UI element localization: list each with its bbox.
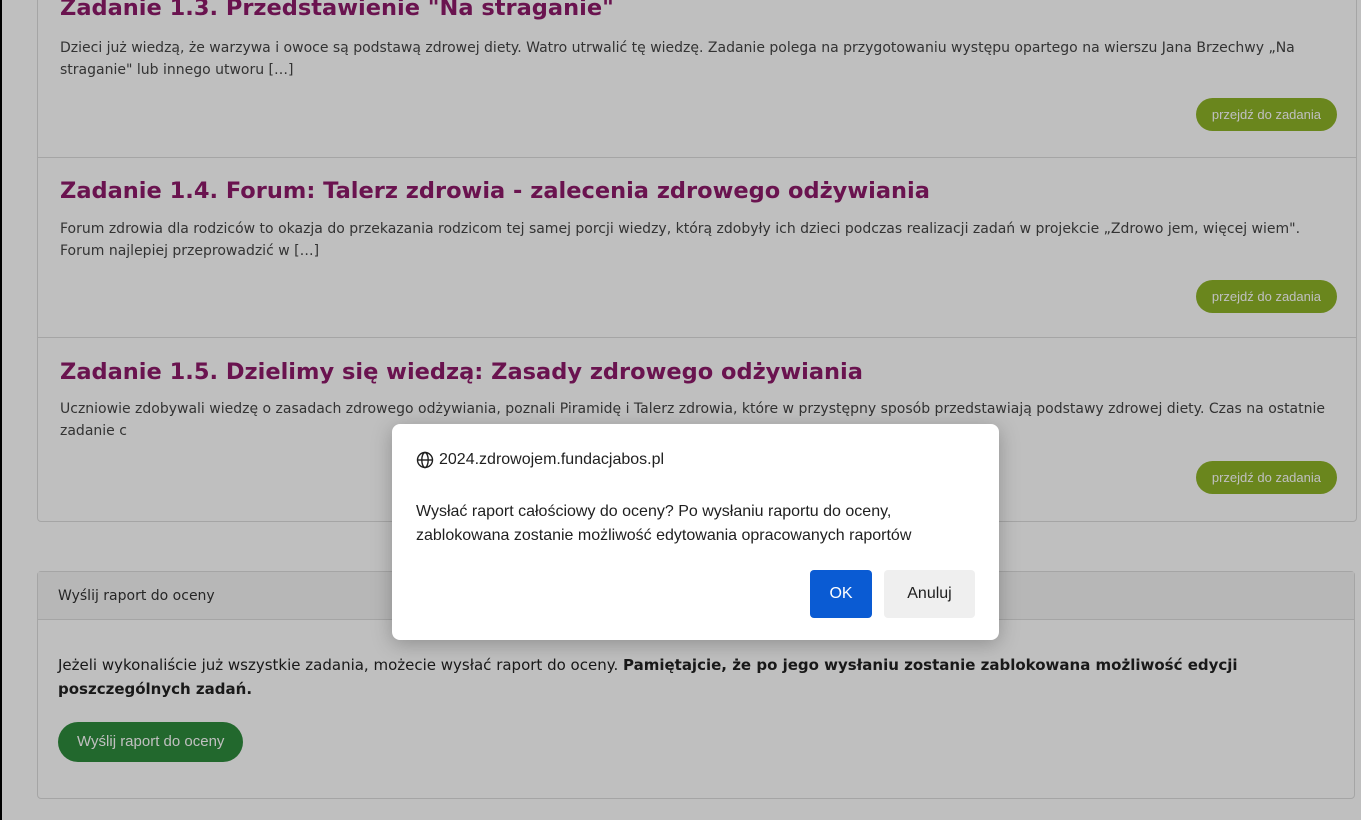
globe-icon xyxy=(416,451,434,469)
cancel-button[interactable]: Anuluj xyxy=(884,570,975,618)
browser-viewport: Zadanie 1.3. Przedstawienie "Na stragani… xyxy=(0,0,1361,820)
modal-overlay xyxy=(2,0,1361,820)
dialog-message: Wysłać raport całościowy do oceny? Po wy… xyxy=(416,503,912,544)
confirm-dialog: 2024.zdrowojem.fundacjabos.pl Wysłać rap… xyxy=(392,424,999,640)
dialog-origin: 2024.zdrowojem.fundacjabos.pl xyxy=(416,451,664,469)
ok-button[interactable]: OK xyxy=(810,570,872,618)
dialog-origin-label: 2024.zdrowojem.fundacjabos.pl xyxy=(439,451,665,468)
